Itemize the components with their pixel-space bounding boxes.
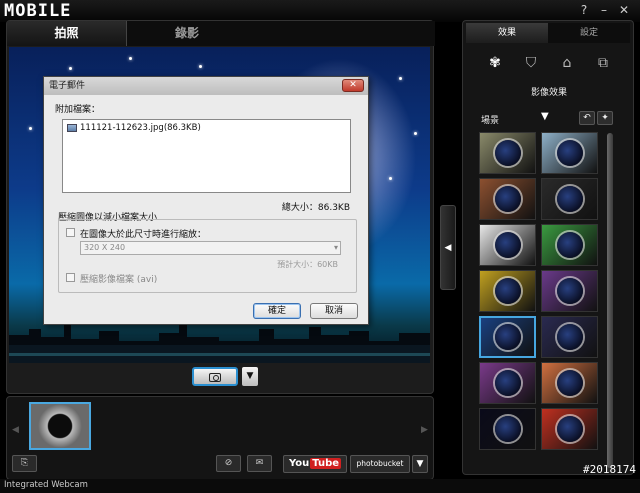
effect-thumbnail[interactable] (479, 270, 536, 312)
tab-effects[interactable]: 效果 (466, 23, 548, 43)
watermark: #2018174 (583, 463, 636, 476)
image-file-icon (67, 124, 77, 132)
help-button[interactable]: ? (574, 2, 594, 19)
camera-icon (209, 373, 221, 382)
effect-categories: ✾ ⛉ ⌂ ⧉ (479, 51, 619, 75)
effect-thumbnail[interactable] (541, 316, 598, 358)
open-folder-button[interactable]: ⎘ (12, 455, 37, 472)
effects-heading: 影像效果 (530, 88, 567, 98)
capture-toolbar: ▼ (6, 366, 434, 388)
palette-icon[interactable]: ✾ (483, 51, 507, 75)
effect-thumbnail[interactable] (541, 270, 598, 312)
avatar-icon[interactable]: ⛉ (519, 51, 543, 75)
estimated-size: 預計大小：60KB (277, 260, 338, 269)
attachment-item[interactable]: 111121-112623.jpg(86.3KB) (67, 123, 201, 133)
dialog-close-button[interactable]: ✕ (342, 79, 364, 92)
effect-thumbnail[interactable] (479, 316, 536, 358)
attachment-list[interactable]: 111121-112623.jpg(86.3KB) (62, 119, 351, 193)
resize-checkbox[interactable] (66, 228, 75, 237)
effects-grid (479, 132, 601, 472)
ok-button[interactable]: 確定 (253, 303, 301, 319)
resize-checkbox-label: 在圖像大於此尺寸時進行縮放： (80, 230, 207, 240)
minimize-button[interactable]: – (594, 2, 614, 19)
effect-thumbnail[interactable] (541, 132, 598, 174)
compress-video-label: 壓縮影像檔案 (avi) (80, 275, 158, 285)
tab-video[interactable]: 錄影 (127, 21, 247, 46)
effect-thumbnail[interactable] (541, 178, 598, 220)
tab-photo[interactable]: 拍照 (7, 21, 127, 46)
youtube-upload-button[interactable]: You Tube (283, 455, 347, 473)
effect-thumbnail[interactable] (479, 178, 536, 220)
captured-media-panel: ◀ ▶ ⎘ ⊘ ✉ You Tube photobucket ▼ (6, 396, 434, 480)
title-bar: MOBILE ? – ✕ (0, 0, 640, 22)
chevron-down-icon[interactable]: ▼ (541, 111, 549, 122)
scroll-left-icon[interactable]: ◀ (12, 425, 19, 435)
effect-thumbnail[interactable] (479, 132, 536, 174)
captured-thumbnail[interactable] (29, 402, 91, 450)
capture-mode-dropdown[interactable]: ▼ (242, 367, 258, 386)
scene-label: 場景 (481, 116, 500, 126)
tab-settings[interactable]: 設定 (548, 23, 630, 43)
scroll-right-icon[interactable]: ▶ (421, 425, 428, 435)
compress-video-checkbox[interactable] (66, 273, 75, 282)
effect-thumbnail[interactable] (541, 224, 598, 266)
effect-thumbnail[interactable] (541, 362, 598, 404)
close-window-button[interactable]: ✕ (614, 2, 634, 19)
dialog-title: 電子郵件 (49, 81, 86, 91)
email-button[interactable]: ✉ (247, 455, 272, 472)
effects-scrollbar[interactable] (607, 133, 613, 473)
frames-icon[interactable]: ⧉ (591, 51, 615, 75)
dialog-title-bar: 電子郵件 ✕ (44, 77, 368, 95)
app-logo: MOBILE (4, 1, 72, 21)
resize-select-value: 320 X 240 (84, 243, 126, 252)
delete-button[interactable]: ⊘ (216, 455, 241, 472)
cancel-button[interactable]: 取消 (310, 303, 358, 319)
presentation-icon[interactable]: ⌂ (555, 51, 579, 75)
email-dialog: 電子郵件 ✕ 附加檔案： 111121-112623.jpg(86.3KB) 總… (43, 76, 369, 325)
effect-thumbnail[interactable] (479, 362, 536, 404)
effect-thumbnail[interactable] (541, 408, 598, 450)
scene-selector[interactable]: 場景 ▼ ↶ ✦ (481, 111, 631, 127)
right-tabs: 效果 設定 (466, 23, 630, 43)
magic-wand-button[interactable]: ✦ (597, 111, 613, 125)
capture-button[interactable] (192, 367, 238, 386)
effect-thumbnail[interactable] (479, 224, 536, 266)
attach-label: 附加檔案： (55, 105, 101, 115)
effect-thumbnail[interactable] (479, 408, 536, 450)
share-dropdown[interactable]: ▼ (412, 455, 428, 473)
undo-button[interactable]: ↶ (579, 111, 595, 125)
collapse-panel-button[interactable]: ◀ (440, 205, 456, 290)
status-bar: Integrated Webcam (0, 479, 640, 493)
scrollbar-thumb[interactable] (607, 133, 613, 468)
device-name: Integrated Webcam (4, 480, 88, 490)
chevron-down-icon: ▾ (333, 243, 338, 252)
mode-tabs: 拍照 錄影 (7, 21, 435, 46)
window-controls: ? – ✕ (574, 2, 634, 19)
total-size: 總大小：86.3KB (281, 203, 350, 213)
resize-select[interactable]: 320 X 240 ▾ (80, 241, 341, 255)
effects-panel: 效果 設定 ✾ ⛉ ⌂ ⧉ 影像效果 場景 ▼ ↶ ✦ (462, 20, 634, 475)
photobucket-upload-button[interactable]: photobucket (350, 455, 410, 473)
attachment-file-name: 111121-112623.jpg(86.3KB) (80, 123, 201, 133)
